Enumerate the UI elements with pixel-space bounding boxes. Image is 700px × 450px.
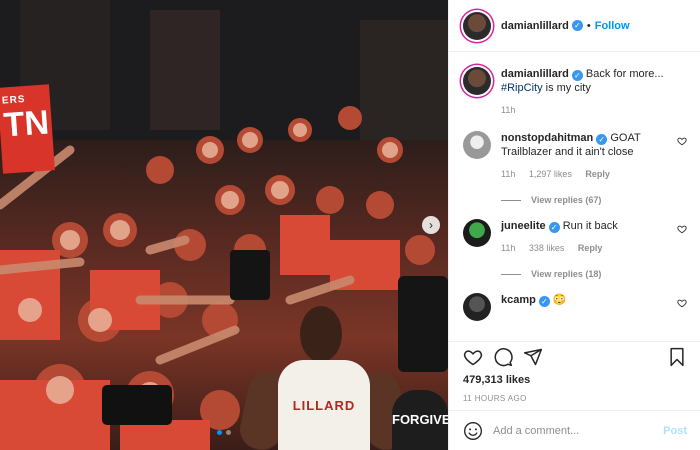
comment-like-heart-icon[interactable] [677,136,687,146]
author-username[interactable]: damianlillard [501,20,569,32]
post-comment-button[interactable]: Post [663,425,687,437]
comment-time: 11h [501,169,516,179]
comment-meta: 11h 1,297 likes Reply [501,167,677,181]
caption-hashtag[interactable]: #RipCity [501,82,543,94]
comment-username[interactable]: kcamp [501,294,536,306]
comment-username[interactable]: juneelite [501,220,546,232]
view-replies-link[interactable]: View replies (67) [501,195,687,205]
comments-list[interactable]: damianlillard ✓ Back for more... #RipCity… [449,53,700,341]
next-slide-button[interactable]: › [422,216,440,234]
caption: damianlillard ✓ Back for more... #RipCity… [463,67,687,117]
share-icon[interactable] [523,347,543,367]
carousel-dot [226,430,231,435]
team-sign-text: TN [2,103,51,145]
comment-item: juneelite ✓ Run it back 11h 338 likes Rep… [463,219,687,255]
post-photo[interactable]: ERS TN LILLARD FORGIVE › [0,0,448,450]
comment-username[interactable]: nonstopdahitman [501,132,593,144]
commenter-avatar[interactable] [463,219,491,247]
caption-text: Back for more... [585,68,664,80]
jersey-name: LILLARD [292,398,356,413]
caption-text-after: is my city [542,82,591,94]
comment-meta: 11h 338 likes Reply [501,241,677,255]
comment-likes[interactable]: 1,297 likes [529,169,572,179]
comment-time: 11h [501,243,516,253]
replies-divider [501,274,521,276]
smile-icon[interactable] [463,421,483,441]
player-head [300,306,342,362]
commenter-avatar[interactable] [463,293,491,321]
comment-icon[interactable] [493,347,513,367]
comment-text: 😳 [552,294,567,306]
fan-shirt: FORGIVE [392,390,448,450]
add-comment-bar: Post [449,410,700,450]
header-separator: • [586,19,591,32]
reply-button[interactable]: Reply [578,243,603,253]
action-icons [463,342,687,372]
view-replies-label[interactable]: View replies (67) [531,195,601,205]
comment-body: kcamp ✓ 😳 [501,293,677,307]
bookmark-icon[interactable] [667,347,687,367]
comment-body: nonstopdahitman ✓ GOAT Trailblazer and it… [501,131,677,181]
carousel-indicator [0,426,448,438]
post-side-panel: damianlillard ✓ • Follow damianlillard ✓ … [448,0,700,450]
comment-text: Run it back [562,220,618,232]
replies-divider [501,200,521,202]
team-sign: ERS TN [0,84,55,174]
comment-likes[interactable]: 338 likes [529,243,565,253]
comment-input[interactable] [493,424,664,437]
chevron-right-icon: › [429,218,433,232]
camera-operator [398,276,448,372]
verified-badge-icon: ✓ [548,222,560,233]
caption-avatar[interactable] [463,67,491,95]
heart-icon[interactable] [463,347,483,367]
author-avatar[interactable] [463,11,491,40]
comment-item: nonstopdahitman ✓ GOAT Trailblazer and it… [463,131,687,181]
comment-like-heart-icon[interactable] [677,224,687,234]
fan-shirt-text: FORGIVE [392,412,448,427]
verified-badge-icon: ✓ [571,20,583,31]
caption-body: damianlillard ✓ Back for more... #RipCity… [501,67,687,117]
caption-meta: 11h [501,103,687,117]
post-header: damianlillard ✓ • Follow [449,0,700,52]
likes-count[interactable]: 479,313 likes [463,374,687,386]
comment-body: juneelite ✓ Run it back 11h 338 likes Rep… [501,219,677,255]
commenter-avatar[interactable] [463,131,491,159]
reply-button[interactable]: Reply [585,169,610,179]
carousel-dot-active [217,430,222,435]
comment-like-heart-icon[interactable] [677,298,687,308]
verified-badge-icon: ✓ [538,296,550,307]
verified-badge-icon: ✓ [571,70,583,81]
post-actions: 479,313 likes 11 HOURS AGO [449,341,700,403]
caption-time: 11h [501,105,516,115]
follow-button[interactable]: Follow [595,20,630,32]
caption-username[interactable]: damianlillard [501,68,569,80]
view-replies-label[interactable]: View replies (18) [531,269,601,279]
verified-badge-icon: ✓ [596,134,608,145]
post-timestamp[interactable]: 11 HOURS AGO [463,394,687,403]
view-replies-link[interactable]: View replies (18) [501,269,687,279]
comment-item: kcamp ✓ 😳 [463,293,687,321]
